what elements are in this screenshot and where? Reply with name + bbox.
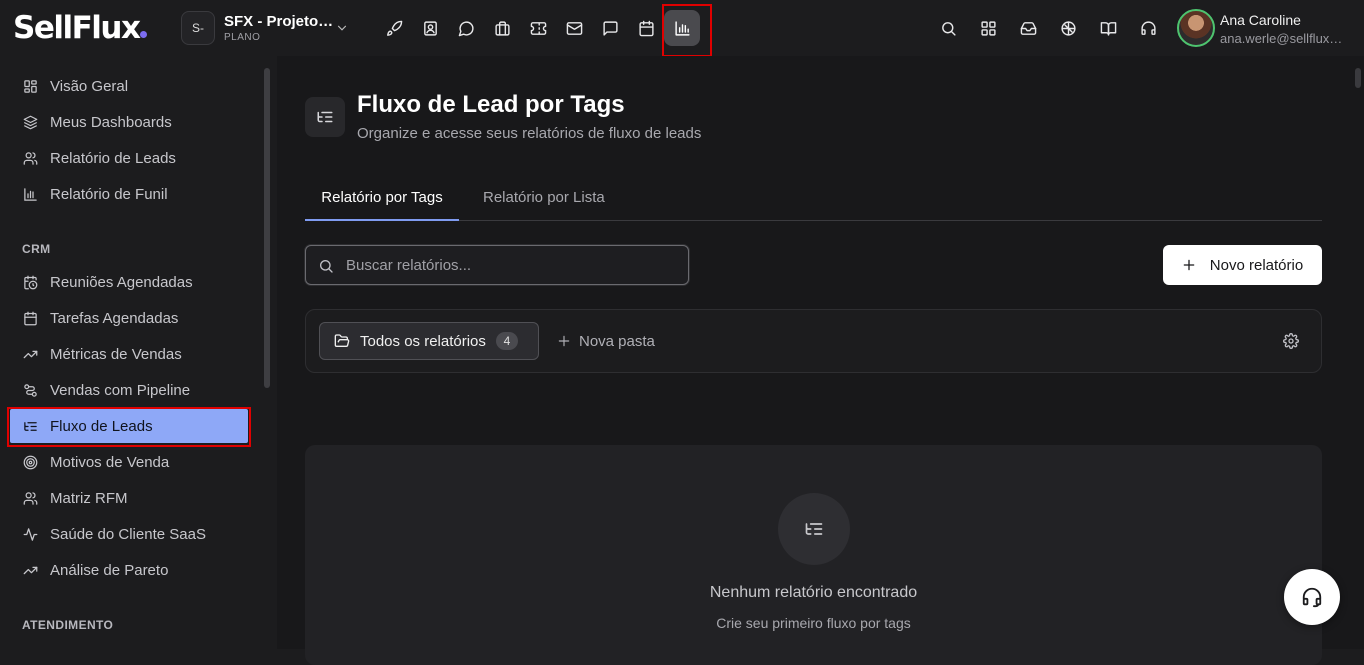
headset-icon bbox=[1301, 586, 1323, 608]
inbox-icon[interactable] bbox=[1010, 10, 1046, 46]
list-tree-icon bbox=[22, 418, 38, 434]
calendar-clock-icon bbox=[22, 274, 38, 290]
sidebar-item-reunioes[interactable]: Reuniões Agendadas bbox=[10, 265, 248, 299]
layers-icon bbox=[22, 114, 38, 130]
sidebar-item-label: Relatório de Leads bbox=[50, 149, 176, 167]
mail-icon[interactable] bbox=[556, 10, 592, 46]
sidebar-item-label: Matriz RFM bbox=[50, 489, 128, 507]
sidebar-item-tarefas[interactable]: Tarefas Agendadas bbox=[10, 301, 248, 335]
list-tree-icon bbox=[778, 493, 850, 565]
bar-chart-icon[interactable] bbox=[664, 10, 700, 46]
sidebar-item-label: Visão Geral bbox=[50, 77, 129, 95]
folder-count-badge: 4 bbox=[495, 332, 518, 350]
sidebar-item-label: Reuniões Agendadas bbox=[50, 273, 193, 291]
project-selector[interactable]: S- SFX - Projeto… PLANO bbox=[181, 10, 353, 46]
page-title: Fluxo de Lead por Tags bbox=[357, 91, 625, 118]
user-email: ana.werle@sellflux… bbox=[1220, 31, 1343, 46]
sellflux-logo[interactable]: SellFlux bbox=[13, 10, 148, 46]
sidebar-item-label: Saúde do Cliente SaaS bbox=[50, 525, 206, 543]
list-tree-icon bbox=[305, 97, 345, 137]
sidebar-item-relatorio-funil[interactable]: Relatório de Funil bbox=[10, 177, 248, 211]
sidebar-item-label: Motivos de Venda bbox=[50, 453, 170, 471]
main-content: Fluxo de Lead por Tags Organize e acesse… bbox=[277, 56, 1364, 665]
sidebar-item-fluxo-leads[interactable]: Fluxo de Leads bbox=[10, 409, 248, 443]
sidebar-item-pipeline[interactable]: Vendas com Pipeline bbox=[10, 373, 248, 407]
section-crm: CRM bbox=[22, 242, 51, 256]
avatar bbox=[1177, 9, 1215, 47]
sidebar-item-label: Fluxo de Leads bbox=[50, 417, 153, 435]
dashboard-grid-icon bbox=[22, 78, 38, 94]
tab-relatorio-tags[interactable]: Relatório por Tags bbox=[305, 175, 459, 221]
gear-icon[interactable] bbox=[1283, 333, 1299, 349]
sidebar-item-label: Vendas com Pipeline bbox=[50, 381, 191, 399]
users-icon bbox=[22, 150, 38, 166]
calendar-icon bbox=[22, 310, 38, 326]
folder-bar: Todos os relatórios 4 Nova pasta bbox=[305, 309, 1322, 373]
search-input[interactable] bbox=[346, 246, 676, 284]
sidebar-item-label: Métricas de Vendas bbox=[50, 345, 182, 363]
sidebar-item-label: Tarefas Agendadas bbox=[50, 309, 179, 327]
section-atendimento: ATENDIMENTO bbox=[22, 618, 114, 632]
ticket-icon[interactable] bbox=[520, 10, 556, 46]
sidebar-item-motivos[interactable]: Motivos de Venda bbox=[10, 445, 248, 479]
search-icon bbox=[318, 258, 334, 274]
search-field[interactable] bbox=[305, 245, 689, 285]
plus-icon bbox=[557, 334, 571, 348]
new-report-button[interactable]: Novo relatório bbox=[1163, 245, 1322, 285]
sidebar-item-label: Relatório de Funil bbox=[50, 185, 168, 203]
contact-card-icon[interactable] bbox=[412, 10, 448, 46]
folder-open-icon bbox=[334, 333, 350, 349]
sidebar-item-relatorio-leads[interactable]: Relatório de Leads bbox=[10, 141, 248, 175]
page-subtitle: Organize e acesse seus relatórios de flu… bbox=[357, 125, 702, 142]
message-square-icon[interactable] bbox=[592, 10, 628, 46]
empty-state: Nenhum relatório encontrado Crie seu pri… bbox=[305, 445, 1322, 665]
briefcase-icon[interactable] bbox=[484, 10, 520, 46]
new-report-label: Novo relatório bbox=[1209, 256, 1304, 274]
empty-state-title: Nenhum relatório encontrado bbox=[709, 584, 918, 601]
new-folder-label: Nova pasta bbox=[579, 332, 655, 350]
folder-all-reports[interactable]: Todos os relatórios 4 bbox=[319, 322, 539, 360]
user-name: Ana Caroline bbox=[1220, 12, 1301, 28]
brain-icon[interactable] bbox=[1050, 10, 1086, 46]
chevron-down-icon bbox=[335, 21, 349, 35]
sidebar-item-metricas[interactable]: Métricas de Vendas bbox=[10, 337, 248, 371]
chat-bubble-icon[interactable] bbox=[448, 10, 484, 46]
project-plan: PLANO bbox=[224, 32, 261, 43]
support-chat-button[interactable] bbox=[1284, 569, 1340, 625]
project-name: SFX - Projeto… bbox=[224, 13, 334, 30]
sidebar-item-matriz-rfm[interactable]: Matriz RFM bbox=[10, 481, 248, 515]
tab-bar: Relatório por Tags Relatório por Lista bbox=[305, 175, 1322, 221]
sidebar: Visão Geral Meus Dashboards Relatório de… bbox=[0, 56, 273, 649]
sidebar-item-saude-cliente[interactable]: Saúde do Cliente SaaS bbox=[10, 517, 248, 551]
users-icon bbox=[22, 490, 38, 506]
empty-state-subtitle: Crie seu primeiro fluxo por tags bbox=[716, 615, 911, 631]
book-open-icon[interactable] bbox=[1090, 10, 1126, 46]
folder-all-label: Todos os relatórios bbox=[360, 332, 486, 350]
trending-up-icon bbox=[22, 562, 38, 578]
activity-icon bbox=[22, 526, 38, 542]
trending-up-icon bbox=[22, 346, 38, 362]
rocket-icon[interactable] bbox=[376, 10, 412, 46]
plus-icon bbox=[1182, 258, 1196, 272]
search-icon[interactable] bbox=[930, 10, 966, 46]
target-icon bbox=[22, 454, 38, 470]
bar-chart-icon bbox=[22, 186, 38, 202]
calendar-icon[interactable] bbox=[628, 10, 664, 46]
sidebar-item-label: Análise de Pareto bbox=[50, 561, 169, 579]
new-folder-button[interactable]: Nova pasta bbox=[557, 322, 655, 360]
sidebar-item-label: Meus Dashboards bbox=[50, 113, 172, 131]
sidebar-item-visao-geral[interactable]: Visão Geral bbox=[10, 69, 248, 103]
project-badge: S- bbox=[181, 11, 215, 45]
user-menu[interactable]: Ana Caroline ana.werle@sellflux… bbox=[1177, 9, 1364, 47]
pipeline-icon bbox=[22, 382, 38, 398]
headset-icon[interactable] bbox=[1130, 10, 1166, 46]
sidebar-item-pareto[interactable]: Análise de Pareto bbox=[10, 553, 248, 587]
main-scrollbar[interactable] bbox=[1355, 68, 1361, 88]
sidebar-scrollbar[interactable] bbox=[264, 68, 270, 388]
top-bar: SellFlux S- SFX - Projeto… PLANO Ana Car… bbox=[0, 0, 1364, 57]
grid-icon[interactable] bbox=[970, 10, 1006, 46]
tab-relatorio-lista[interactable]: Relatório por Lista bbox=[483, 175, 605, 220]
sidebar-item-meus-dashboards[interactable]: Meus Dashboards bbox=[10, 105, 248, 139]
